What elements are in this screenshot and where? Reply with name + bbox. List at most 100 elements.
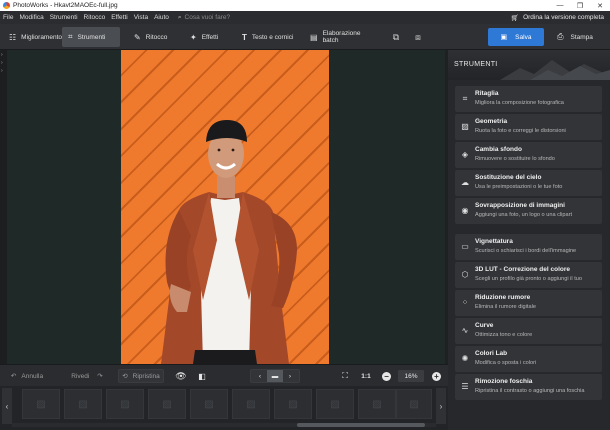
thumbnail[interactable]: ▨: [232, 389, 270, 419]
tool-curve[interactable]: ∿ Curve Ottimizza tono e colore: [455, 318, 602, 344]
thumbnail[interactable]: ▨: [106, 389, 144, 419]
eye-icon[interactable]: 👁︎: [174, 369, 188, 383]
filmstrip: ‹ ▨ ▨ ▨ ▨ ▨ ▨ ▨ ▨ ▨ ▨ ›: [0, 386, 448, 430]
close-button[interactable]: ✕: [590, 0, 610, 11]
cart-icon: 🛒︎: [510, 14, 520, 22]
fit-screen-icon[interactable]: ⛶: [338, 369, 352, 383]
print-button[interactable]: ⎙ Stampa: [550, 28, 600, 46]
title-bar: PhotoWorks - Hkavt2MAOEc-full.jpg — ❐ ✕: [0, 0, 610, 11]
tool-ritaglia[interactable]: ⌗ Ritaglia Migliora la composizione foto…: [455, 86, 602, 112]
minimize-button[interactable]: —: [550, 0, 570, 11]
tool-desc: Elimina il rumore digitale: [475, 304, 536, 310]
mountains-decoration-icon: [500, 60, 610, 80]
menu-file[interactable]: File: [0, 14, 16, 21]
overlay-icon: ◉: [461, 206, 469, 215]
menu-bar: File Modifica Strumenti Ritocco Effetti …: [0, 11, 610, 24]
chevron-right-icon[interactable]: ›: [1, 52, 3, 58]
undo-button[interactable]: ↶ Annulla: [6, 369, 48, 383]
redo-icon: ↷: [97, 373, 103, 380]
tool-riduzione-rumore[interactable]: ⁘ Riduzione rumore Elimina il rumore dig…: [455, 290, 602, 316]
chevron-right-icon[interactable]: ›: [283, 373, 297, 380]
chevron-right-icon[interactable]: ›: [1, 68, 3, 74]
tool-sostituzione-cielo[interactable]: ☁ Sostituzione del cielo Usa le preimpos…: [455, 170, 602, 196]
tab-miglioramento[interactable]: ☷ Miglioramento: [3, 27, 62, 47]
tool-desc: Usa le preimpostazioni o le tue foto: [475, 184, 563, 190]
save-button[interactable]: ▣ Salva: [488, 28, 544, 46]
image-placeholder-icon: ▨: [204, 398, 214, 410]
tool-rimozione-foschia[interactable]: ☰ Rimozione foschia Ripristina il contra…: [455, 374, 602, 400]
image-placeholder-icon: ▨: [372, 398, 382, 410]
tool-colori-lab[interactable]: ✺ Colori Lab Modifica o sposta i colori: [455, 346, 602, 372]
tab-testo-e-cornici[interactable]: T Testo e cornici: [236, 27, 302, 47]
reset-icon: ⟲: [122, 373, 128, 380]
tab-effetti[interactable]: ✦ Effetti: [184, 27, 234, 47]
cube-icon: ⬡: [461, 270, 469, 279]
panel-title: STRUMENTI: [454, 61, 498, 68]
image-placeholder-icon: ▨: [288, 398, 298, 410]
menu-strumenti[interactable]: Strumenti: [47, 14, 81, 21]
thumbnail[interactable]: ▨: [148, 389, 186, 419]
tab-label: Ritocco: [145, 33, 168, 41]
redo-button[interactable]: Rivedi ↷: [66, 369, 108, 383]
photo-canvas[interactable]: [121, 50, 329, 364]
actual-size-button[interactable]: 1:1: [358, 369, 374, 383]
tab-label: Miglioramento: [21, 33, 62, 41]
image-placeholder-icon: ▨: [246, 398, 256, 410]
menu-vista[interactable]: Vista: [131, 14, 151, 21]
reset-button[interactable]: ⟲ Ripristina: [118, 369, 164, 383]
tool-title: Sostituzione del cielo: [475, 174, 542, 181]
zoom-out-button[interactable]: −: [382, 372, 391, 381]
batch-icon: ▤: [310, 32, 318, 42]
filmstrip-next-icon[interactable]: ›: [436, 388, 446, 424]
tab-label: Testo e cornici: [251, 33, 294, 41]
layers-settings-icon[interactable]: ⧈: [410, 30, 426, 44]
tab-label: Elaborazione batch: [322, 30, 361, 44]
search-box[interactable]: ⌕ Cosa vuoi fare?: [178, 14, 230, 22]
order-full-version-link[interactable]: 🛒︎ Ordina la versione completa: [511, 11, 604, 24]
cloud-icon: ☁: [461, 178, 469, 187]
thumbnail[interactable]: ▨: [22, 389, 60, 419]
thumbnail[interactable]: ▨: [358, 389, 396, 419]
thumbnail[interactable]: ▨: [274, 389, 312, 419]
photo-image: [161, 120, 297, 364]
left-rail: › › ›: [0, 50, 7, 364]
tool-title: Rimozione foschia: [475, 378, 533, 385]
menu-modifica[interactable]: Modifica: [16, 14, 46, 21]
tool-sovrapposizione-immagini[interactable]: ◉ Sovrapposizione di immagini Aggiungi u…: [455, 198, 602, 224]
zoom-in-button[interactable]: +: [432, 372, 441, 381]
scrollbar-thumb[interactable]: [297, 423, 425, 427]
tool-geometria[interactable]: ▨ Geometria Ruota la foto e correggi le …: [455, 114, 602, 140]
tool-desc: Ripristina il contrasto o aggiungi una f…: [475, 388, 585, 394]
before-after-icon[interactable]: ◧: [195, 369, 209, 383]
tool-title: Ritaglia: [475, 90, 499, 97]
folder-icon[interactable]: ▬: [267, 370, 283, 382]
filmstrip-scrollbar[interactable]: [12, 423, 436, 427]
menu-effetti[interactable]: Effetti: [108, 14, 131, 21]
thumbnail[interactable]: ▨: [190, 389, 228, 419]
maximize-button[interactable]: ❐: [570, 0, 590, 11]
chevron-right-icon[interactable]: ›: [1, 60, 3, 66]
tab-label: Effetti: [201, 33, 219, 41]
floppy-icon: ▣: [500, 34, 508, 41]
undo-icon: ↶: [10, 373, 17, 380]
tab-elaborazione-batch[interactable]: ▤ Elaborazione batch: [304, 27, 376, 47]
zoom-value[interactable]: 16%: [398, 370, 424, 382]
tool-vignettatura[interactable]: ▭ Vignettatura Scurisci o schiarisci i b…: [455, 234, 602, 260]
thumbnail[interactable]: ▨: [396, 389, 432, 419]
thumbnail[interactable]: ▨: [316, 389, 354, 419]
order-label: Ordina la versione completa: [523, 14, 604, 21]
menu-ritocco[interactable]: Ritocco: [81, 14, 109, 21]
tab-strumenti[interactable]: ⌗ Strumenti: [62, 27, 120, 47]
brush-icon: ✎: [134, 32, 141, 42]
aperture-icon: ✺: [461, 354, 469, 363]
tab-ritocco[interactable]: ✎ Ritocco: [128, 27, 178, 47]
chevron-left-icon[interactable]: ‹: [253, 373, 267, 380]
filmstrip-prev-icon[interactable]: ‹: [2, 388, 12, 424]
compare-icon[interactable]: ⧉: [388, 30, 404, 44]
tool-cambia-sfondo[interactable]: ◈ Cambia sfondo Rimuovere o sostituire l…: [455, 142, 602, 168]
tool-desc: Migliora la composizione fotografica: [475, 100, 564, 106]
thumbnail[interactable]: ▨: [64, 389, 102, 419]
tab-label: Strumenti: [77, 33, 106, 41]
menu-aiuto[interactable]: Aiuto: [151, 14, 172, 21]
tool-3d-lut[interactable]: ⬡ 3D LUT - Correzione del colore Scegli …: [455, 262, 602, 288]
